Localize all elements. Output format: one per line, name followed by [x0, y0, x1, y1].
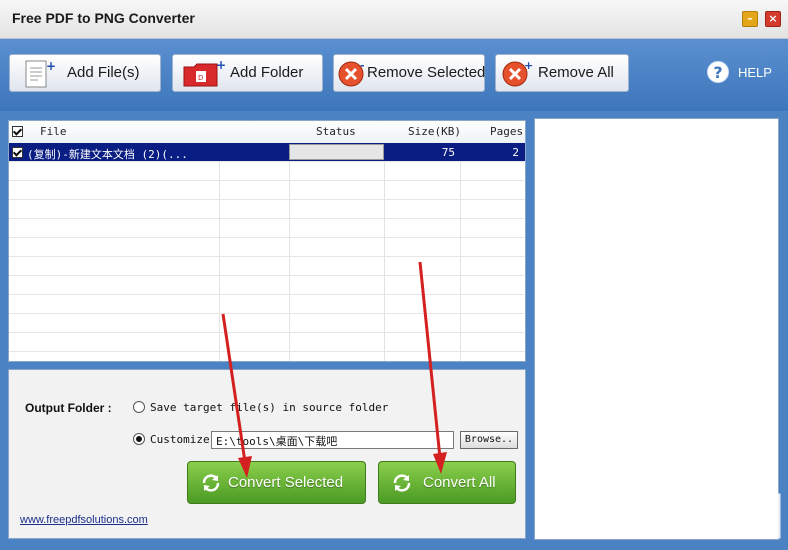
option-customize-label: Customize — [150, 433, 210, 446]
output-path-input[interactable]: E:\tools\桌面\下载吧 — [211, 431, 454, 449]
browse-button[interactable]: Browse.. — [460, 431, 518, 449]
column-status[interactable]: Status — [316, 125, 356, 138]
table-row-empty — [9, 314, 525, 333]
file-list-header: File Status Size(KB) Pages — [9, 121, 525, 144]
add-files-button[interactable]: + Add File(s) — [9, 54, 161, 92]
column-file[interactable]: File — [40, 125, 67, 138]
table-row-empty — [9, 238, 525, 257]
close-button[interactable]: × — [765, 11, 781, 27]
watermark-logo — [650, 493, 781, 539]
row-file-name: (复制)-新建文本文档 (2)(... — [27, 148, 188, 161]
table-row[interactable]: (复制)-新建文本文档 (2)(... 75 2 — [9, 143, 525, 162]
column-pages[interactable]: Pages — [490, 125, 523, 138]
toolbar: + Add File(s) D + Add Folder - Remove Se… — [0, 39, 788, 111]
preview-panel — [534, 118, 779, 540]
svg-text:-: - — [360, 59, 365, 72]
row-size: 75 — [441, 146, 455, 159]
minimize-button[interactable]: – — [742, 11, 758, 27]
window-title: Free PDF to PNG Converter — [12, 10, 195, 26]
row-pages: 2 — [512, 146, 519, 159]
radio-customize[interactable] — [133, 433, 145, 445]
row-status-progress — [289, 144, 384, 160]
table-row-empty — [9, 200, 525, 219]
title-bar: Free PDF to PNG Converter – × — [0, 0, 788, 39]
convert-all-label: Convert All — [423, 474, 496, 491]
svg-text:+: + — [46, 59, 56, 73]
svg-text:D: D — [198, 74, 203, 82]
table-row-empty — [9, 257, 525, 276]
output-folder-label: Output Folder : — [25, 401, 112, 415]
svg-text:+: + — [524, 59, 533, 72]
add-folder-label: Add Folder — [230, 64, 304, 81]
table-row-empty — [9, 333, 525, 352]
row-checkbox[interactable] — [12, 147, 23, 158]
convert-all-button[interactable]: Convert All — [378, 461, 516, 504]
remove-all-icon: + — [502, 59, 533, 87]
website-link[interactable]: www.freepdfsolutions.com — [20, 514, 148, 526]
table-row-empty — [9, 181, 525, 200]
svg-text:+: + — [216, 59, 225, 72]
add-files-label: Add File(s) — [67, 64, 140, 81]
convert-icon — [393, 474, 411, 492]
table-row-empty — [9, 295, 525, 314]
convert-selected-label: Convert Selected — [228, 474, 344, 491]
remove-icon: - — [338, 59, 365, 87]
remove-selected-label: Remove Selected — [367, 64, 486, 81]
remove-all-button[interactable]: + Remove All — [495, 54, 629, 92]
column-size[interactable]: Size(KB) — [408, 125, 461, 138]
table-row-empty — [9, 276, 525, 295]
help-label: HELP — [738, 65, 772, 80]
remove-selected-button[interactable]: - Remove Selected — [333, 54, 485, 92]
add-folder-button[interactable]: D + Add Folder — [172, 54, 323, 92]
remove-all-label: Remove All — [538, 64, 614, 81]
select-all-checkbox[interactable] — [12, 126, 23, 137]
folder-add-icon: D + — [183, 59, 225, 87]
convert-selected-button[interactable]: Convert Selected — [187, 461, 366, 504]
app-window: Free PDF to PNG Converter – × + Add File… — [0, 0, 788, 550]
file-list[interactable]: File Status Size(KB) Pages (复制)-新建文本文档 (… — [8, 120, 526, 362]
table-row-empty — [9, 162, 525, 181]
output-panel: Output Folder : Save target file(s) in s… — [8, 369, 526, 539]
option-source-folder-label: Save target file(s) in source folder — [150, 401, 389, 414]
table-row-empty — [9, 219, 525, 238]
help-icon: ? — [707, 61, 729, 83]
convert-icon — [202, 474, 220, 492]
radio-source-folder[interactable] — [133, 401, 145, 413]
document-add-icon: + — [25, 59, 56, 88]
